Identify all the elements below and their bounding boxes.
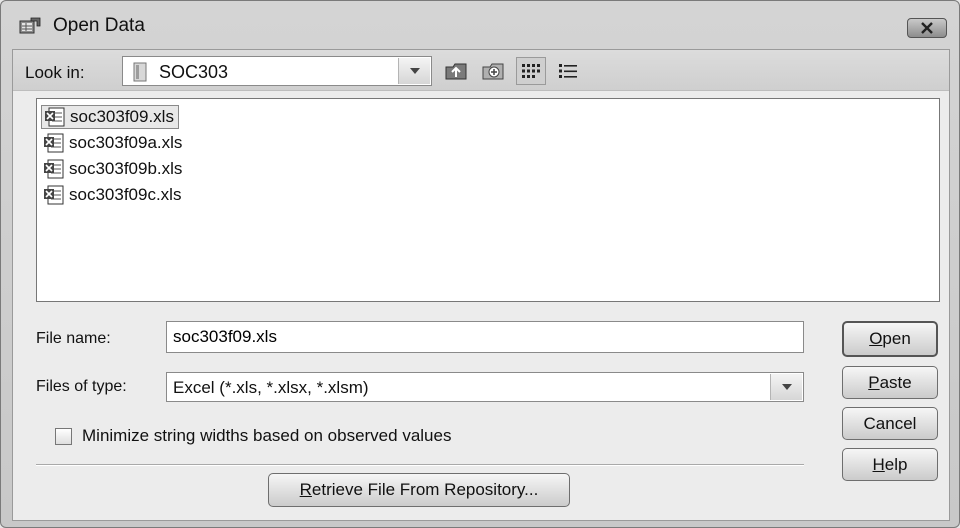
chevron-down-icon: [409, 68, 420, 74]
file-name-input[interactable]: [166, 321, 804, 353]
minimize-string-widths-checkbox[interactable]: [55, 427, 72, 445]
cancel-button[interactable]: Cancel: [842, 407, 938, 440]
window-title: Open Data: [53, 15, 145, 36]
file-name: soc303f09a.xls: [69, 133, 183, 152]
retrieve-from-repository-button[interactable]: Retrieve File From Repository...: [268, 473, 570, 507]
excel-file-icon: [44, 185, 64, 205]
look-in-value: SOC303: [159, 62, 229, 82]
close-x-icon: [921, 22, 933, 34]
list-view-button[interactable]: [516, 57, 546, 85]
up-one-level-button[interactable]: [441, 57, 471, 85]
button-label: pen: [882, 329, 911, 348]
minimize-string-widths-label: Minimize string widths based on observed…: [82, 426, 452, 445]
button-label: Cancel: [863, 413, 917, 433]
file-item[interactable]: soc303f09a.xls: [41, 131, 186, 155]
open-data-dialog: Open Data Look in: SOC303 soc303f09.xls …: [0, 0, 960, 528]
up-folder-icon: [445, 63, 467, 80]
look-in-label: Look in:: [25, 63, 85, 82]
minimize-string-widths-option: Minimize string widths based on observed…: [55, 426, 451, 446]
divider: [36, 464, 804, 466]
file-item[interactable]: soc303f09.xls: [41, 105, 179, 129]
file-name: soc303f09b.xls: [69, 159, 183, 178]
mnemonic-letter: O: [869, 329, 883, 348]
open-button[interactable]: Open: [842, 321, 938, 357]
files-of-type-dropdown-arrow[interactable]: [770, 374, 802, 400]
new-folder-button[interactable]: [478, 57, 508, 85]
file-item[interactable]: soc303f09c.xls: [41, 183, 185, 207]
files-of-type-value: Excel (*.xls, *.xlsx, *.xlsm): [173, 378, 369, 397]
close-button[interactable]: [907, 18, 947, 38]
excel-file-icon: [45, 107, 65, 127]
excel-file-icon: [44, 133, 64, 153]
title-bar: Open Data: [1, 1, 959, 47]
file-name-label: File name:: [36, 330, 111, 347]
mnemonic-letter: R: [299, 480, 312, 499]
mnemonic-letter: P: [868, 372, 880, 392]
dialog-body: Look in: SOC303 soc303f09.xls soc303f09a…: [12, 49, 950, 521]
button-label: elp: [884, 454, 908, 474]
paste-button[interactable]: Paste: [842, 366, 938, 399]
excel-file-icon: [44, 159, 64, 179]
open-data-icon: [19, 17, 41, 34]
folder-icon: [133, 62, 147, 82]
files-of-type-label: Files of type:: [36, 378, 127, 395]
chevron-down-icon: [781, 384, 792, 390]
look-in-dropdown[interactable]: SOC303: [122, 56, 432, 86]
details-view-button[interactable]: [553, 57, 583, 85]
details-view-icon: [559, 64, 577, 78]
help-button[interactable]: Help: [842, 448, 938, 481]
file-name: soc303f09.xls: [70, 107, 174, 126]
mnemonic-letter: H: [872, 454, 885, 474]
list-view-icon: [522, 64, 540, 78]
button-label: etrieve File From Repository...: [311, 480, 539, 499]
file-list[interactable]: soc303f09.xls soc303f09a.xls soc303f09b.…: [36, 98, 940, 302]
file-name: soc303f09c.xls: [69, 185, 182, 204]
new-folder-icon: [482, 63, 504, 80]
files-of-type-dropdown[interactable]: Excel (*.xls, *.xlsx, *.xlsm): [166, 372, 804, 402]
button-label: aste: [879, 372, 912, 392]
look-in-dropdown-arrow[interactable]: [398, 58, 430, 84]
look-in-bar: Look in: SOC303: [13, 50, 949, 91]
file-item[interactable]: soc303f09b.xls: [41, 157, 186, 181]
